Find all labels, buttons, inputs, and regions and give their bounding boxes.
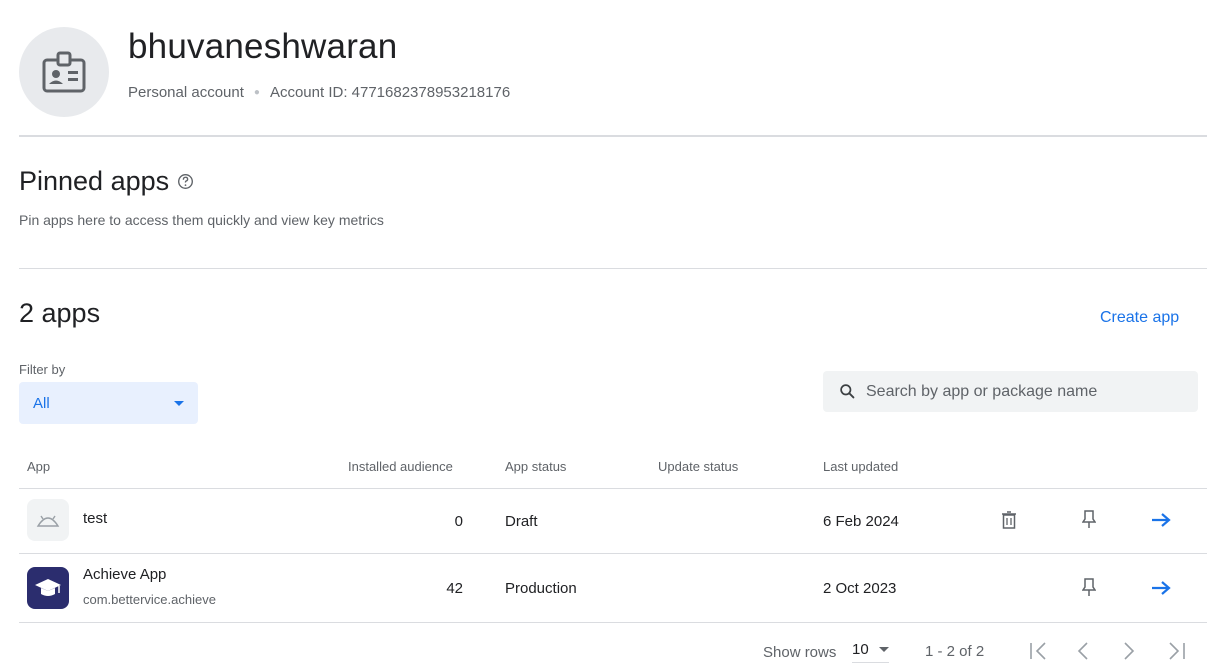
separator-dot: ●: [253, 87, 260, 98]
previous-page-icon[interactable]: [1075, 641, 1091, 661]
installed-audience: 0: [454, 513, 463, 530]
open-app-arrow-icon[interactable]: [1151, 580, 1171, 596]
last-updated: 2 Oct 2023: [823, 580, 897, 597]
android-placeholder-icon: [27, 499, 69, 541]
app-name[interactable]: Achieve App: [83, 566, 166, 583]
next-page-icon[interactable]: [1121, 641, 1137, 661]
column-header-last-updated[interactable]: Last updated: [823, 459, 898, 474]
app-status: Production: [505, 580, 577, 597]
show-rows-label: Show rows: [763, 644, 837, 661]
app-status: Draft: [505, 513, 538, 530]
column-header-app: App: [27, 459, 51, 474]
pagination-range: 1 - 2 of 2: [925, 643, 985, 660]
table-row[interactable]: [19, 489, 1207, 553]
search-box[interactable]: [823, 371, 1198, 412]
app-name[interactable]: test: [83, 510, 107, 527]
filter-dropdown[interactable]: All: [19, 382, 198, 424]
pinned-apps-heading: Pinned apps: [19, 166, 194, 197]
first-page-icon[interactable]: [1028, 641, 1050, 661]
pinned-apps-title: Pinned apps: [19, 166, 170, 196]
graduation-cap-icon: [27, 567, 69, 609]
column-header-installed-audience[interactable]: Installed audience: [348, 459, 453, 474]
account-name: bhuvaneshwaran: [128, 27, 398, 66]
column-header-app-status[interactable]: App status: [505, 459, 566, 474]
header-divider: [19, 135, 1207, 137]
account-avatar: [19, 27, 109, 117]
filter-value: All: [33, 394, 50, 412]
rows-per-page-dropdown[interactable]: 10: [852, 641, 889, 663]
section-divider: [19, 268, 1207, 269]
row-divider: [19, 622, 1207, 623]
help-icon[interactable]: [177, 173, 194, 190]
delete-icon[interactable]: [1001, 511, 1017, 529]
account-meta: Personal account ● Account ID: 477168237…: [128, 84, 510, 101]
pin-icon[interactable]: [1082, 578, 1096, 597]
id-badge-icon: [42, 51, 86, 93]
package-name: com.bettervice.achieve: [83, 592, 216, 607]
dropdown-caret-icon: [878, 647, 889, 652]
account-type: Personal account: [128, 84, 244, 101]
account-id: Account ID: 4771682378953218176: [269, 84, 511, 101]
search-icon: [840, 384, 855, 399]
pin-icon[interactable]: [1082, 510, 1096, 529]
apps-count-title: 2 apps: [19, 298, 101, 328]
last-page-icon[interactable]: [1165, 641, 1187, 661]
rows-per-page-value: 10: [852, 641, 869, 658]
search-input[interactable]: [866, 382, 1166, 401]
dropdown-caret-icon: [174, 400, 184, 406]
installed-audience: 42: [446, 580, 463, 597]
table-row[interactable]: [19, 554, 1207, 622]
pinned-apps-subtitle: Pin apps here to access them quickly and…: [19, 212, 384, 228]
filter-label: Filter by: [19, 362, 66, 377]
create-app-link[interactable]: Create app: [1100, 309, 1179, 327]
open-app-arrow-icon[interactable]: [1151, 512, 1171, 528]
last-updated: 6 Feb 2024: [823, 513, 899, 530]
column-header-update-status[interactable]: Update status: [658, 459, 738, 474]
